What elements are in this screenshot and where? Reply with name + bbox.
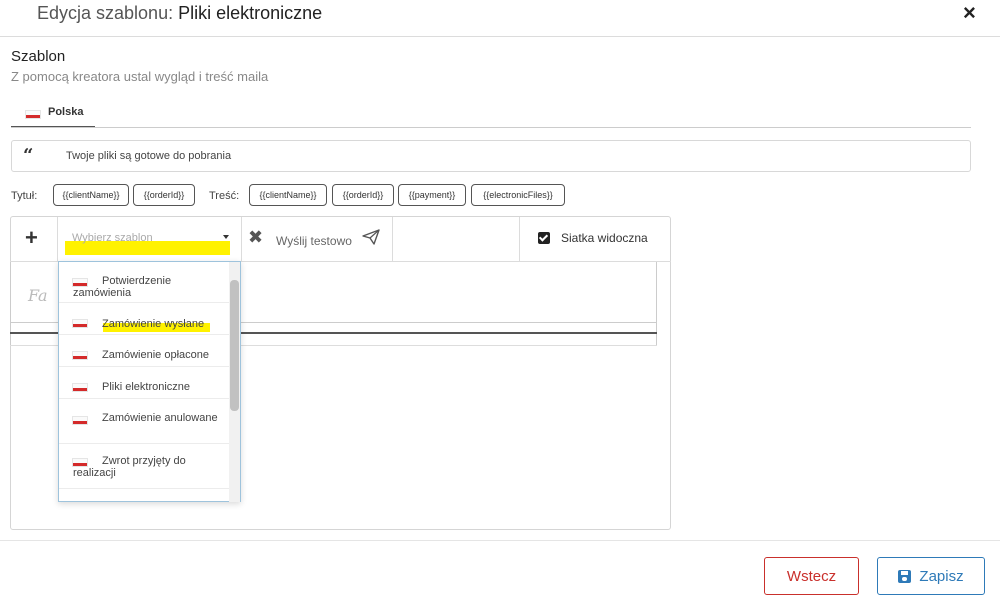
close-icon[interactable]: ×: [963, 0, 976, 26]
subject-field[interactable]: “ Twoje pliki są gotowe do pobrania: [11, 140, 971, 172]
chip-title-orderid[interactable]: {{orderId}}: [133, 184, 195, 206]
tab-polska[interactable]: Polska: [11, 99, 95, 128]
flag-pl-icon: [25, 110, 41, 119]
chip-content-electronicfiles[interactable]: {{electronicFiles}}: [471, 184, 565, 206]
clear-icon[interactable]: ✖: [248, 227, 263, 248]
option-label: Pliki elektroniczne: [102, 381, 191, 393]
toolbar-separator: [392, 217, 393, 261]
title-placeholders-label: Tytuł:: [11, 190, 38, 202]
save-button[interactable]: Zapisz: [877, 557, 985, 595]
section-title: Szablon: [11, 48, 66, 65]
template-select-placeholder: Wybierz szablon: [72, 232, 153, 244]
toolbar-separator: [241, 217, 242, 261]
option-label: Zamówienie opłacone: [102, 349, 210, 361]
chip-content-clientname[interactable]: {{clientName}}: [249, 184, 327, 206]
chip-title-clientname[interactable]: {{clientName}}: [53, 184, 129, 206]
tab-divider: [11, 127, 971, 128]
modal-title-name: Pliki elektroniczne: [178, 3, 323, 23]
toolbar-separator: [519, 217, 520, 261]
content-placeholders-label: Treść:: [209, 190, 240, 202]
footer-divider: [0, 540, 1000, 541]
dropdown-option[interactable]: Potwierdzenie zamówienia: [59, 262, 230, 303]
dropdown-option[interactable]: Zamówienie wysłane: [59, 304, 230, 335]
canvas-script-text: Fa: [28, 286, 48, 305]
template-dropdown: Potwierdzenie zamówienia Zamówienie wysł…: [58, 261, 241, 502]
dropdown-option[interactable]: Pliki elektroniczne: [59, 368, 230, 399]
save-button-label: Zapisz: [919, 567, 964, 585]
option-label: Zamówienie wysłane: [102, 318, 205, 330]
floppy-disk-icon: [898, 569, 912, 583]
quote-icon: “: [23, 145, 34, 166]
tab-label: Polska: [48, 106, 84, 118]
dropdown-option[interactable]: Zamówienie anulowane: [59, 400, 230, 444]
modal-title: Edycja szablonu: Pliki elektroniczne: [37, 3, 322, 24]
option-label: Potwierdzenie zamówienia: [73, 275, 172, 299]
paper-plane-icon[interactable]: [362, 229, 380, 250]
add-icon[interactable]: +: [25, 225, 38, 251]
dropdown-option[interactable]: Zwrot przyjęty do realizacji: [59, 445, 230, 489]
option-label: Zwrot przyjęty do realizacji: [73, 455, 186, 479]
modal-title-prefix: Edycja szablonu:: [37, 3, 179, 23]
dropdown-option[interactable]: Zamówienie opłacone: [59, 336, 230, 367]
send-test-button[interactable]: Wyślij testowo: [276, 234, 352, 248]
grid-checkbox[interactable]: [538, 232, 550, 244]
chevron-down-icon[interactable]: [223, 235, 229, 239]
chip-content-orderid[interactable]: {{orderId}}: [332, 184, 394, 206]
back-button[interactable]: Wstecz: [764, 557, 859, 595]
section-subtitle: Z pomocą kreatora ustal wygląd i treść m…: [11, 69, 269, 84]
option-label: Zamówienie anulowane: [102, 412, 218, 424]
dropdown-scrollbar-thumb[interactable]: [230, 280, 239, 411]
subject-value: Twoje pliki są gotowe do pobrania: [66, 150, 232, 162]
grid-visible-label: Siatka widoczna: [561, 231, 648, 245]
chip-content-payment[interactable]: {{payment}}: [398, 184, 466, 206]
